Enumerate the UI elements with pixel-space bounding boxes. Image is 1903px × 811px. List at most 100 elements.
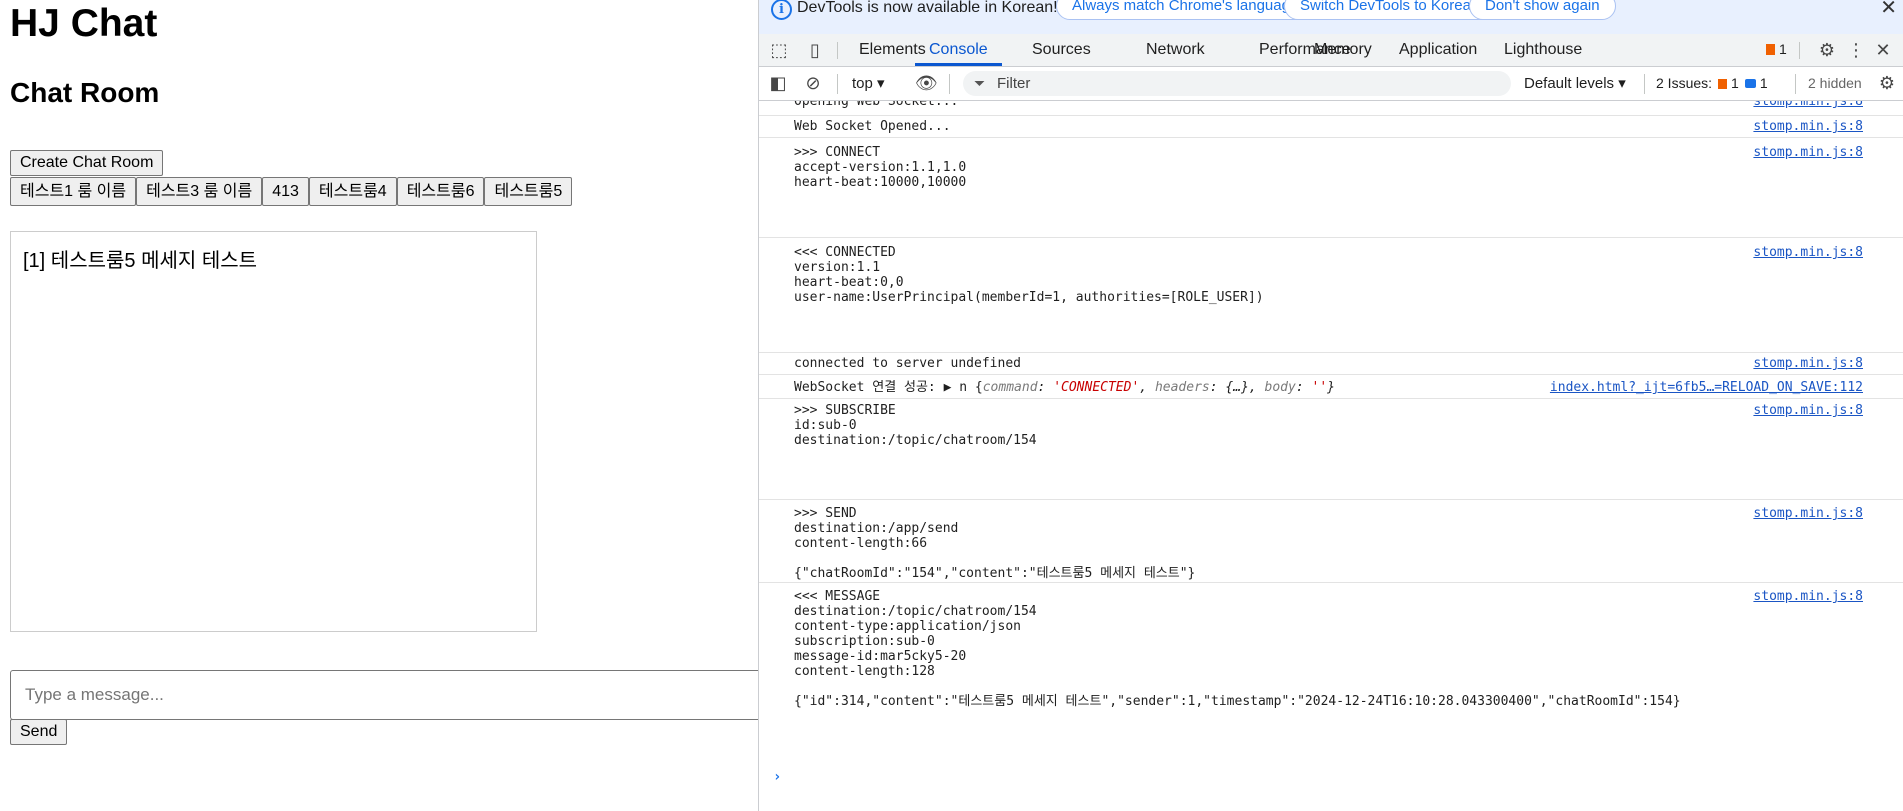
log-text: connected to server undefined [794,356,1021,371]
tab-lighthouse[interactable]: Lighthouse [1504,34,1582,66]
room-button[interactable]: 테스트룸6 [396,177,485,206]
log-source-link[interactable]: stomp.min.js:8 [1753,506,1863,521]
log-levels-select[interactable]: Default levels ▾ [1524,74,1626,92]
dont-show-again-button[interactable]: Don't show again [1469,0,1616,20]
message-area: [1] 테스트룸5 메세지 테스트 [10,231,537,632]
clear-console-icon[interactable]: ⊘ [803,73,823,93]
divider [949,74,950,94]
divider [1799,42,1800,59]
devtools-tabbar: ⬚ ▯ Elements Console Sources Network Per… [759,34,1903,67]
log-text: WebSocket 연결 성공: [794,380,944,395]
close-icon[interactable]: ✕ [1880,0,1897,20]
divider [1644,74,1645,94]
log-text: Web Socket Opened... [794,119,951,134]
page-title: HJ Chat [10,2,158,45]
room-list: 테스트1 룸 이름 테스트3 룸 이름 413 테스트룸4 테스트룸6 테스트룸… [10,177,573,206]
message-item: [1] 테스트룸5 메세지 테스트 [23,250,258,272]
console-message: >>> SEND destination:/app/send content-l… [759,500,1903,583]
log-source-link[interactable]: stomp.min.js:8 [1753,356,1863,371]
log-text: <<< CONNECTED version:1.1 heart-beat:0,0… [794,245,1264,305]
console-message: <<< CONNECTED version:1.1 heart-beat:0,0… [759,238,1903,353]
message-input[interactable] [10,670,758,720]
warning-flag-icon [1718,79,1728,89]
warning-flag-icon [1766,44,1775,55]
console-toolbar: ◧ ⊘ top ▾ 👁 ⏷ Filter Default levels ▾ 2 … [759,67,1903,101]
infobar-text: DevTools is now available in Korean! [797,0,1058,16]
log-text: <<< MESSAGE destination:/topic/chatroom/… [794,589,1681,709]
object-value: '' [1311,380,1328,395]
object-key: body [1264,380,1296,395]
object-value: 'CONNECTED' [1053,380,1140,395]
console-message: Opening Web Socket... stomp.min.js:8 [759,101,1903,116]
chevron-down-icon: ▾ [1618,75,1626,92]
tab-console[interactable]: Console [915,34,1002,66]
log-source-link[interactable]: stomp.min.js:8 [1753,589,1863,604]
info-icon: i [771,0,792,20]
log-source-link[interactable]: stomp.min.js:8 [1753,245,1863,260]
log-source-link[interactable]: stomp.min.js:8 [1753,101,1863,109]
log-text: >>> CONNECT accept-version:1.1,1.0 heart… [794,145,967,190]
tab-network[interactable]: Network [1146,34,1205,66]
tab-memory[interactable]: Memory [1314,34,1372,66]
divider [1795,74,1796,94]
devtools-panel: i DevTools is now available in Korean! A… [758,0,1903,811]
switch-language-button[interactable]: Switch DevTools to Korean [1284,0,1496,20]
console-message: WebSocket 연결 성공: ▶ n {command: 'CONNECTE… [759,375,1903,399]
chevron-down-icon: ▾ [877,75,885,92]
object-punct: : [1037,380,1054,395]
hidden-count: 2 hidden [1808,75,1862,91]
log-source-link[interactable]: index.html?_ijt=6fb5…=RELOAD_ON_SAVE:112 [1550,380,1863,395]
chat-page: HJ Chat Chat Room Create Chat Room 테스트1 … [0,0,758,811]
console-message: connected to server undefined stomp.min.… [759,353,1903,375]
inspect-element-icon[interactable]: ⬚ [769,40,789,60]
issues-counter[interactable]: 2 Issues: 1 1 [1656,75,1768,91]
divider [837,42,838,59]
filter-input[interactable]: ⏷ Filter [963,71,1511,96]
sidebar-toggle-icon[interactable]: ◧ [768,73,788,93]
issues-badge[interactable]: 1 [1766,41,1787,57]
log-text: >>> SUBSCRIBE id:sub-0 destination:/topi… [794,403,1037,448]
create-chat-room-button[interactable]: Create Chat Room [10,150,164,176]
room-button[interactable]: 테스트3 룸 이름 [136,177,263,206]
info-message-icon [1744,79,1756,88]
divider [837,74,838,94]
log-text: Opening Web Socket... [794,101,959,109]
console-settings-icon[interactable]: ⚙ [1877,73,1897,93]
room-button[interactable]: 413 [262,177,309,206]
device-toolbar-icon[interactable]: ▯ [805,40,825,60]
context-select[interactable]: top ▾ [852,74,885,92]
console-prompt[interactable]: › [773,769,781,785]
close-devtools-icon[interactable]: ✕ [1873,40,1893,60]
more-menu-icon[interactable]: ⋮ [1846,40,1866,60]
room-button[interactable]: 테스트룸4 [308,177,397,206]
prompt-chevron-icon: › [773,769,782,785]
log-source-link[interactable]: stomp.min.js:8 [1753,119,1863,134]
object-punct: : {…}, [1209,380,1265,395]
language-infobar: i DevTools is now available in Korean! A… [759,0,1903,34]
console-message: >>> CONNECT accept-version:1.1,1.0 heart… [759,138,1903,238]
log-source-link[interactable]: stomp.min.js:8 [1753,145,1863,160]
object-key: headers [1154,380,1210,395]
filter-icon: ⏷ [974,75,986,91]
gear-icon[interactable]: ⚙ [1817,40,1837,60]
log-source-link[interactable]: stomp.min.js:8 [1753,403,1863,418]
section-title: Chat Room [10,77,160,108]
issues-badge-count: 1 [1779,41,1787,57]
room-button[interactable]: 테스트1 룸 이름 [10,177,137,206]
object-punct: } [1327,380,1335,395]
tab-application[interactable]: Application [1399,34,1477,66]
tab-sources[interactable]: Sources [1032,34,1091,66]
issues-label: 2 Issues: [1656,75,1713,91]
warning-count: 1 [1731,75,1739,91]
expand-object-toggle[interactable]: ▶ n { [944,380,983,395]
object-key: command [982,380,1038,395]
console-message: Web Socket Opened... stomp.min.js:8 [759,116,1903,138]
console-output: Opening Web Socket... stomp.min.js:8 Web… [759,101,1903,811]
send-button[interactable]: Send [10,719,68,745]
context-value: top [852,75,873,92]
match-language-button[interactable]: Always match Chrome's language [1056,0,1315,20]
room-button[interactable]: 테스트룸5 [484,177,573,206]
log-text: >>> SEND destination:/app/send content-l… [794,506,1196,581]
eye-icon[interactable]: 👁 [915,73,938,93]
info-count: 1 [1759,75,1768,91]
